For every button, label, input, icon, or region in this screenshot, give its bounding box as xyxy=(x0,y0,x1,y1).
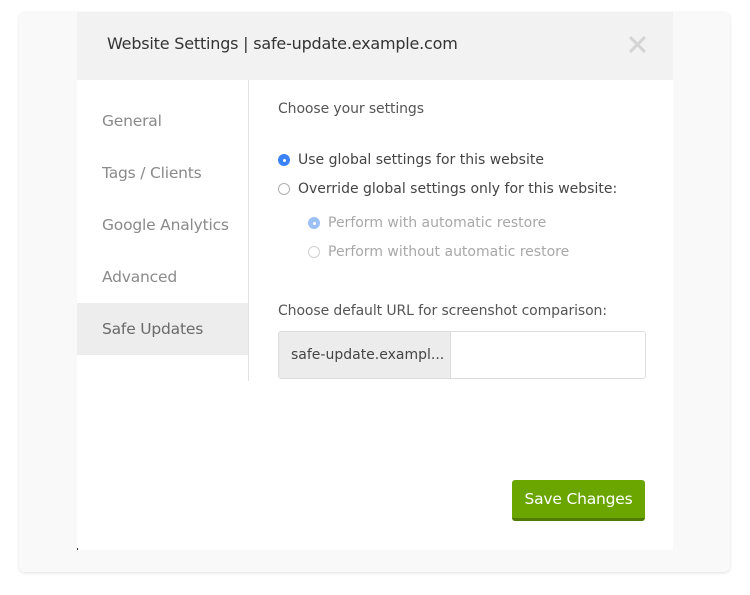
radio-use-global[interactable]: Use global settings for this website xyxy=(278,152,544,168)
corner-mark xyxy=(77,548,78,550)
website-settings-modal: Website Settings | safe-update.example.c… xyxy=(77,12,673,550)
sidebar-item-safe-updates[interactable]: Safe Updates xyxy=(77,303,248,355)
radio-override-global[interactable]: Override global settings only for this w… xyxy=(278,181,617,197)
sidebar-item-general[interactable]: General xyxy=(77,95,248,147)
url-input-group: safe-update.exampl... xyxy=(278,331,646,379)
radio-unchecked-icon[interactable] xyxy=(278,183,290,195)
sidebar-item-advanced[interactable]: Advanced xyxy=(77,251,248,303)
radio-checked-icon[interactable] xyxy=(278,154,290,166)
close-icon[interactable] xyxy=(627,34,647,54)
radio-label: Perform with automatic restore xyxy=(328,215,547,231)
radio-checked-icon[interactable] xyxy=(308,217,320,229)
radio-with-restore[interactable]: Perform with automatic restore xyxy=(308,215,546,231)
radio-label: Perform without automatic restore xyxy=(328,244,570,260)
modal-title: Website Settings | safe-update.example.c… xyxy=(107,34,458,53)
sidebar-item-tags-clients[interactable]: Tags / Clients xyxy=(77,147,248,199)
radio-without-restore[interactable]: Perform without automatic restore xyxy=(308,244,569,260)
modal-header: Website Settings | safe-update.example.c… xyxy=(77,12,673,80)
url-heading: Choose default URL for screenshot compar… xyxy=(278,303,607,319)
sidebar-item-google-analytics[interactable]: Google Analytics xyxy=(77,199,248,251)
save-changes-button[interactable]: Save Changes xyxy=(512,480,645,521)
settings-sidebar: General Tags / Clients Google Analytics … xyxy=(77,80,249,381)
settings-heading: Choose your settings xyxy=(278,101,424,117)
url-path-input[interactable] xyxy=(451,332,645,378)
radio-label: Override global settings only for this w… xyxy=(298,181,618,197)
radio-label: Use global settings for this website xyxy=(298,152,544,168)
radio-unchecked-icon[interactable] xyxy=(308,246,320,258)
url-prefix: safe-update.exampl... xyxy=(279,332,451,378)
